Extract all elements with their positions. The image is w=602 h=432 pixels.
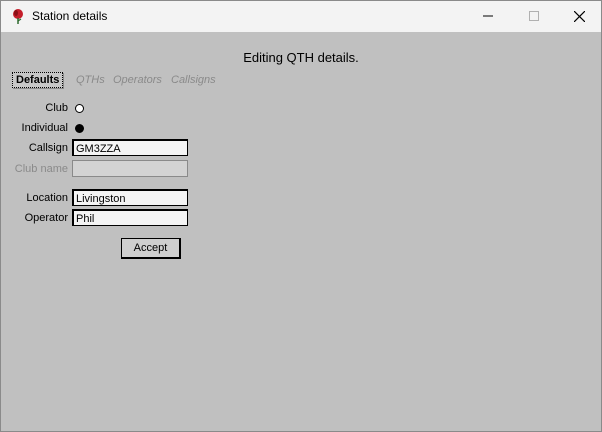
close-button[interactable]	[556, 1, 601, 32]
tab-qths[interactable]: QTHs	[76, 74, 105, 86]
operator-label: Operator	[24, 212, 68, 224]
location-label: Location	[26, 192, 68, 204]
callsign-field[interactable]: GM3ZZA	[72, 139, 188, 156]
accept-button[interactable]: Accept	[121, 238, 181, 259]
individual-radio[interactable]	[75, 124, 84, 133]
club-label: Club	[45, 102, 68, 114]
tab-callsigns[interactable]: Callsigns	[171, 74, 216, 86]
tab-defaults[interactable]: Defaults	[12, 72, 64, 88]
window-title: Station details	[32, 9, 108, 23]
red-rose-icon	[11, 8, 25, 25]
form-heading: Editing QTH details.	[243, 50, 359, 65]
club-name-label: Club name	[14, 163, 68, 175]
operator-field[interactable]: Phil	[72, 209, 188, 226]
maximize-button[interactable]	[511, 1, 557, 32]
minimize-button[interactable]	[465, 1, 511, 32]
club-radio[interactable]	[75, 104, 84, 113]
location-field[interactable]: Livingston	[72, 189, 188, 206]
station-details-window: Station details Editing QTH details. Def…	[0, 0, 602, 432]
callsign-label: Callsign	[28, 142, 68, 154]
title-bar: Station details	[1, 1, 601, 32]
tab-operators[interactable]: Operators	[113, 74, 162, 86]
dialog-content: Editing QTH details. Defaults QTHs Opera…	[1, 32, 601, 431]
individual-label: Individual	[21, 122, 68, 134]
club-name-field[interactable]	[72, 160, 188, 177]
